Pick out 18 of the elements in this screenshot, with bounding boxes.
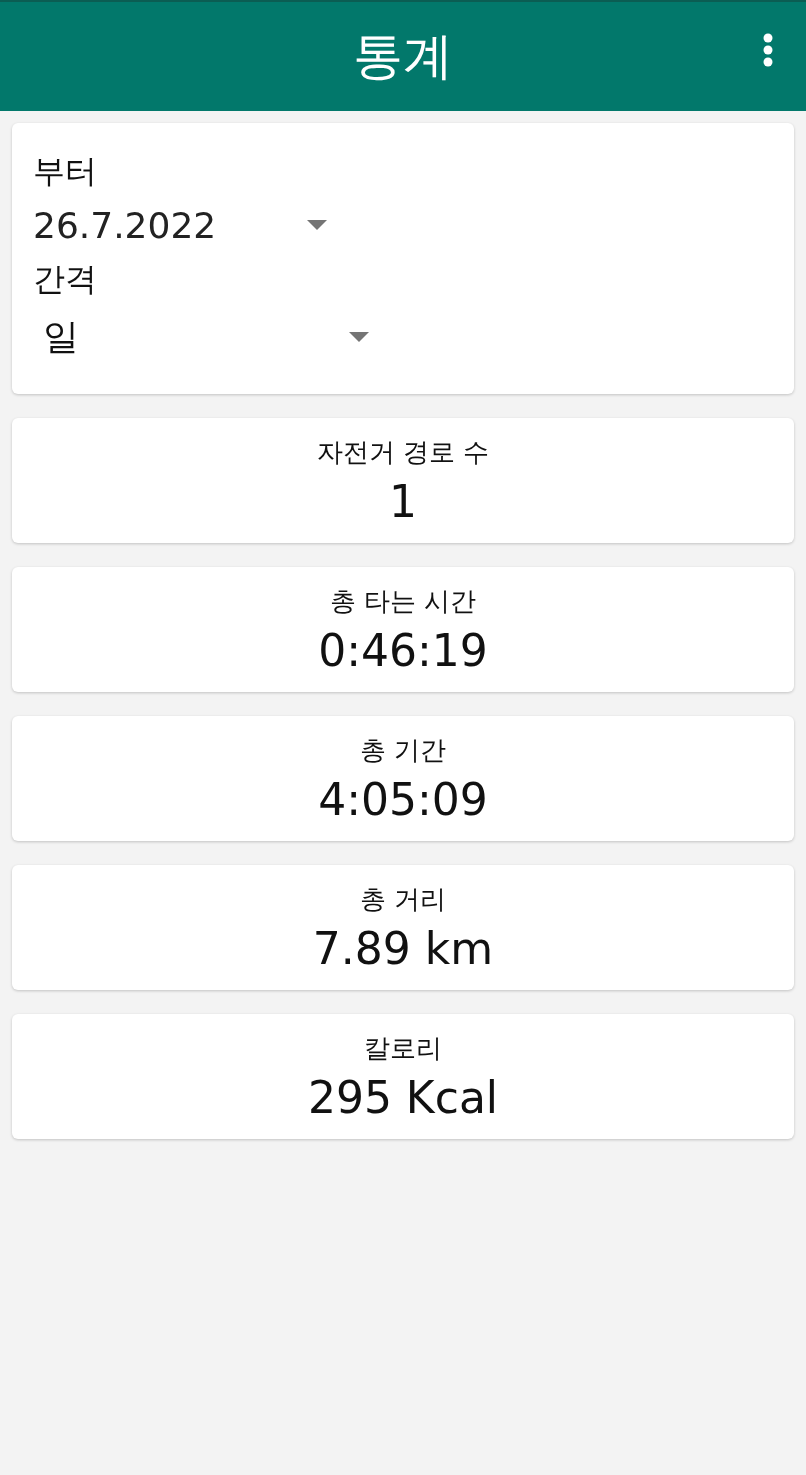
app-bar-title: 통계 <box>353 26 453 87</box>
stat-label: 총 기간 <box>359 733 447 767</box>
stat-label: 자전거 경로 수 <box>316 435 490 469</box>
stat-label: 칼로리 <box>364 1031 442 1065</box>
stat-label: 총 거리 <box>359 882 447 916</box>
stat-value: 295 Kcal <box>307 1071 499 1123</box>
stat-label: 총 타는 시간 <box>329 584 477 618</box>
stat-value: 1 <box>389 475 417 527</box>
interval-dropdown[interactable]: 일 <box>33 301 369 373</box>
stat-value: 0:46:19 <box>318 624 488 676</box>
caret-icon <box>349 332 369 342</box>
stat-value: 7.89 km <box>312 922 494 974</box>
caret-icon <box>307 220 327 230</box>
interval-label: 간격 <box>33 259 97 300</box>
more-options-icon[interactable] <box>762 32 774 68</box>
stat-value: 4:05:09 <box>318 773 488 825</box>
from-label: 부터 <box>33 151 97 192</box>
date-dropdown[interactable]: 26.7.2022 <box>33 193 327 257</box>
